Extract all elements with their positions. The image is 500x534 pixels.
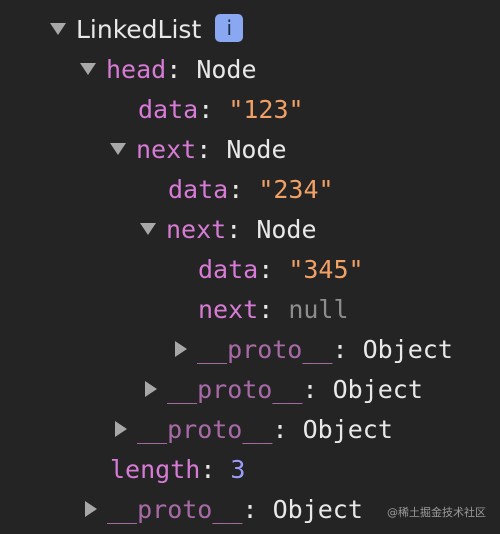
expand-triangle-icon[interactable]: [175, 341, 187, 357]
property-key: head: [106, 55, 167, 84]
property-key: data: [168, 175, 229, 204]
property-type: Node: [196, 55, 257, 84]
expand-triangle-icon[interactable]: [115, 421, 127, 437]
tree-node-proto-next-2[interactable]: __proto__: Object: [175, 330, 453, 370]
collapse-triangle-icon[interactable]: [140, 223, 156, 235]
expand-triangle-icon[interactable]: [85, 501, 97, 517]
property-data-234: data: "234": [168, 175, 334, 204]
property-key: data: [198, 255, 259, 284]
string-value: "123": [228, 95, 304, 124]
property-type: Object: [272, 495, 363, 524]
property-key: next: [166, 215, 227, 244]
object-class-name: LinkedList: [76, 15, 202, 44]
number-value: 3: [230, 455, 246, 484]
tree-node-head[interactable]: head: Node: [80, 50, 257, 90]
property-type: Object: [302, 415, 393, 444]
tree-node-proto-root[interactable]: __proto__: Object: [85, 490, 363, 530]
property-key: next: [136, 135, 197, 164]
property-data-345: data: "345": [198, 255, 364, 284]
collapse-triangle-icon[interactable]: [50, 23, 66, 35]
property-key: next: [198, 295, 259, 324]
property-type: Node: [256, 215, 317, 244]
tree-node-linkedlist[interactable]: LinkedList i: [50, 10, 244, 50]
collapse-triangle-icon[interactable]: [80, 63, 96, 75]
property-length: length: 3: [110, 455, 246, 484]
tree-node-next-2[interactable]: next: Node: [140, 210, 317, 250]
tree-node-next-1[interactable]: next: Node: [110, 130, 287, 170]
property-key: __proto__: [137, 415, 273, 444]
property-key: __proto__: [107, 495, 243, 524]
expand-triangle-icon[interactable]: [145, 381, 157, 397]
string-value: "345": [288, 255, 364, 284]
property-type: Object: [362, 335, 453, 364]
tree-node-proto-next-1[interactable]: __proto__: Object: [145, 370, 423, 410]
property-data-123: data: "123": [138, 95, 304, 124]
string-value: "234": [258, 175, 334, 204]
collapse-triangle-icon[interactable]: [110, 143, 126, 155]
info-icon[interactable]: i: [215, 14, 244, 42]
property-key: data: [138, 95, 199, 124]
property-key: __proto__: [197, 335, 333, 364]
null-value: null: [288, 295, 349, 324]
tree-node-proto-head[interactable]: __proto__: Object: [115, 410, 393, 450]
property-key: length: [110, 455, 201, 484]
property-type: Node: [226, 135, 287, 164]
watermark: @稀土掘金技术社区: [387, 506, 486, 519]
property-key: __proto__: [167, 375, 303, 404]
property-type: Object: [332, 375, 423, 404]
property-next-null: next: null: [198, 295, 349, 324]
